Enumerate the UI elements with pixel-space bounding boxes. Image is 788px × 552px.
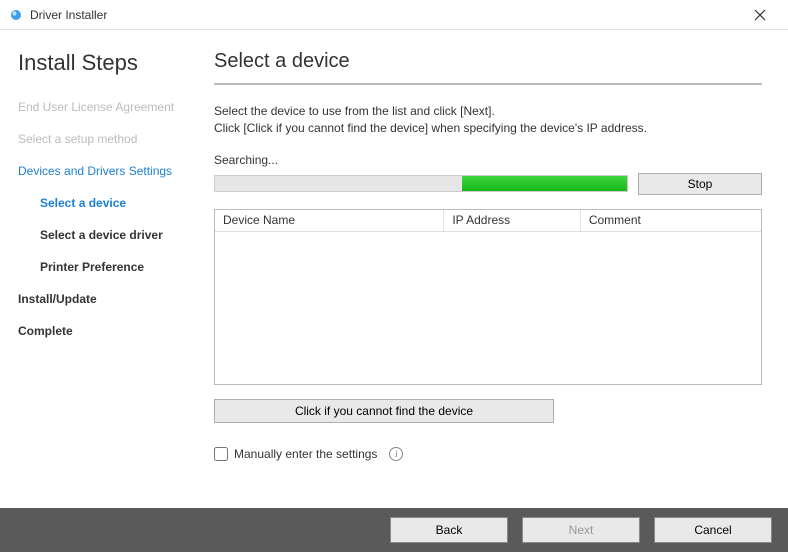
search-status: Searching... — [214, 153, 762, 167]
main-panel: Select a device Select the device to use… — [200, 30, 788, 508]
next-button[interactable]: Next — [522, 517, 640, 543]
substep-printer-pref: Printer Preference — [40, 260, 182, 274]
sidebar: Install Steps End User License Agreement… — [0, 30, 200, 508]
substep-select-driver: Select a device driver — [40, 228, 182, 242]
step-devices-drivers: Devices and Drivers Settings — [18, 164, 182, 178]
progress-bar — [214, 175, 628, 192]
manual-settings-row: Manually enter the settings i — [214, 447, 762, 461]
step-setup-method: Select a setup method — [18, 132, 182, 146]
footer: Back Next Cancel — [0, 508, 788, 552]
info-icon[interactable]: i — [389, 447, 403, 461]
table-body — [215, 232, 761, 384]
col-device-name: Device Name — [215, 210, 444, 231]
sidebar-heading: Install Steps — [18, 50, 182, 76]
app-icon — [8, 7, 24, 23]
desc-line-2: Click [Click if you cannot find the devi… — [214, 121, 647, 135]
manual-settings-checkbox[interactable] — [214, 447, 228, 461]
desc-line-1: Select the device to use from the list a… — [214, 104, 495, 118]
description: Select the device to use from the list a… — [214, 103, 762, 137]
step-install-update: Install/Update — [18, 292, 182, 306]
substep-select-device: Select a device — [40, 196, 182, 210]
stop-button[interactable]: Stop — [638, 173, 762, 195]
manual-settings-label: Manually enter the settings — [234, 447, 377, 461]
cannot-find-device-button[interactable]: Click if you cannot find the device — [214, 399, 554, 423]
device-table[interactable]: Device Name IP Address Comment — [214, 209, 762, 385]
progress-fill — [462, 176, 627, 191]
back-button[interactable]: Back — [390, 517, 508, 543]
table-header: Device Name IP Address Comment — [215, 210, 761, 232]
cancel-button[interactable]: Cancel — [654, 517, 772, 543]
col-comment: Comment — [581, 210, 761, 231]
col-ip-address: IP Address — [444, 210, 581, 231]
window-title: Driver Installer — [30, 8, 740, 22]
step-complete: Complete — [18, 324, 182, 338]
close-icon[interactable] — [740, 1, 780, 29]
step-eula: End User License Agreement — [18, 100, 182, 114]
titlebar: Driver Installer — [0, 0, 788, 30]
page-title: Select a device — [214, 50, 762, 85]
